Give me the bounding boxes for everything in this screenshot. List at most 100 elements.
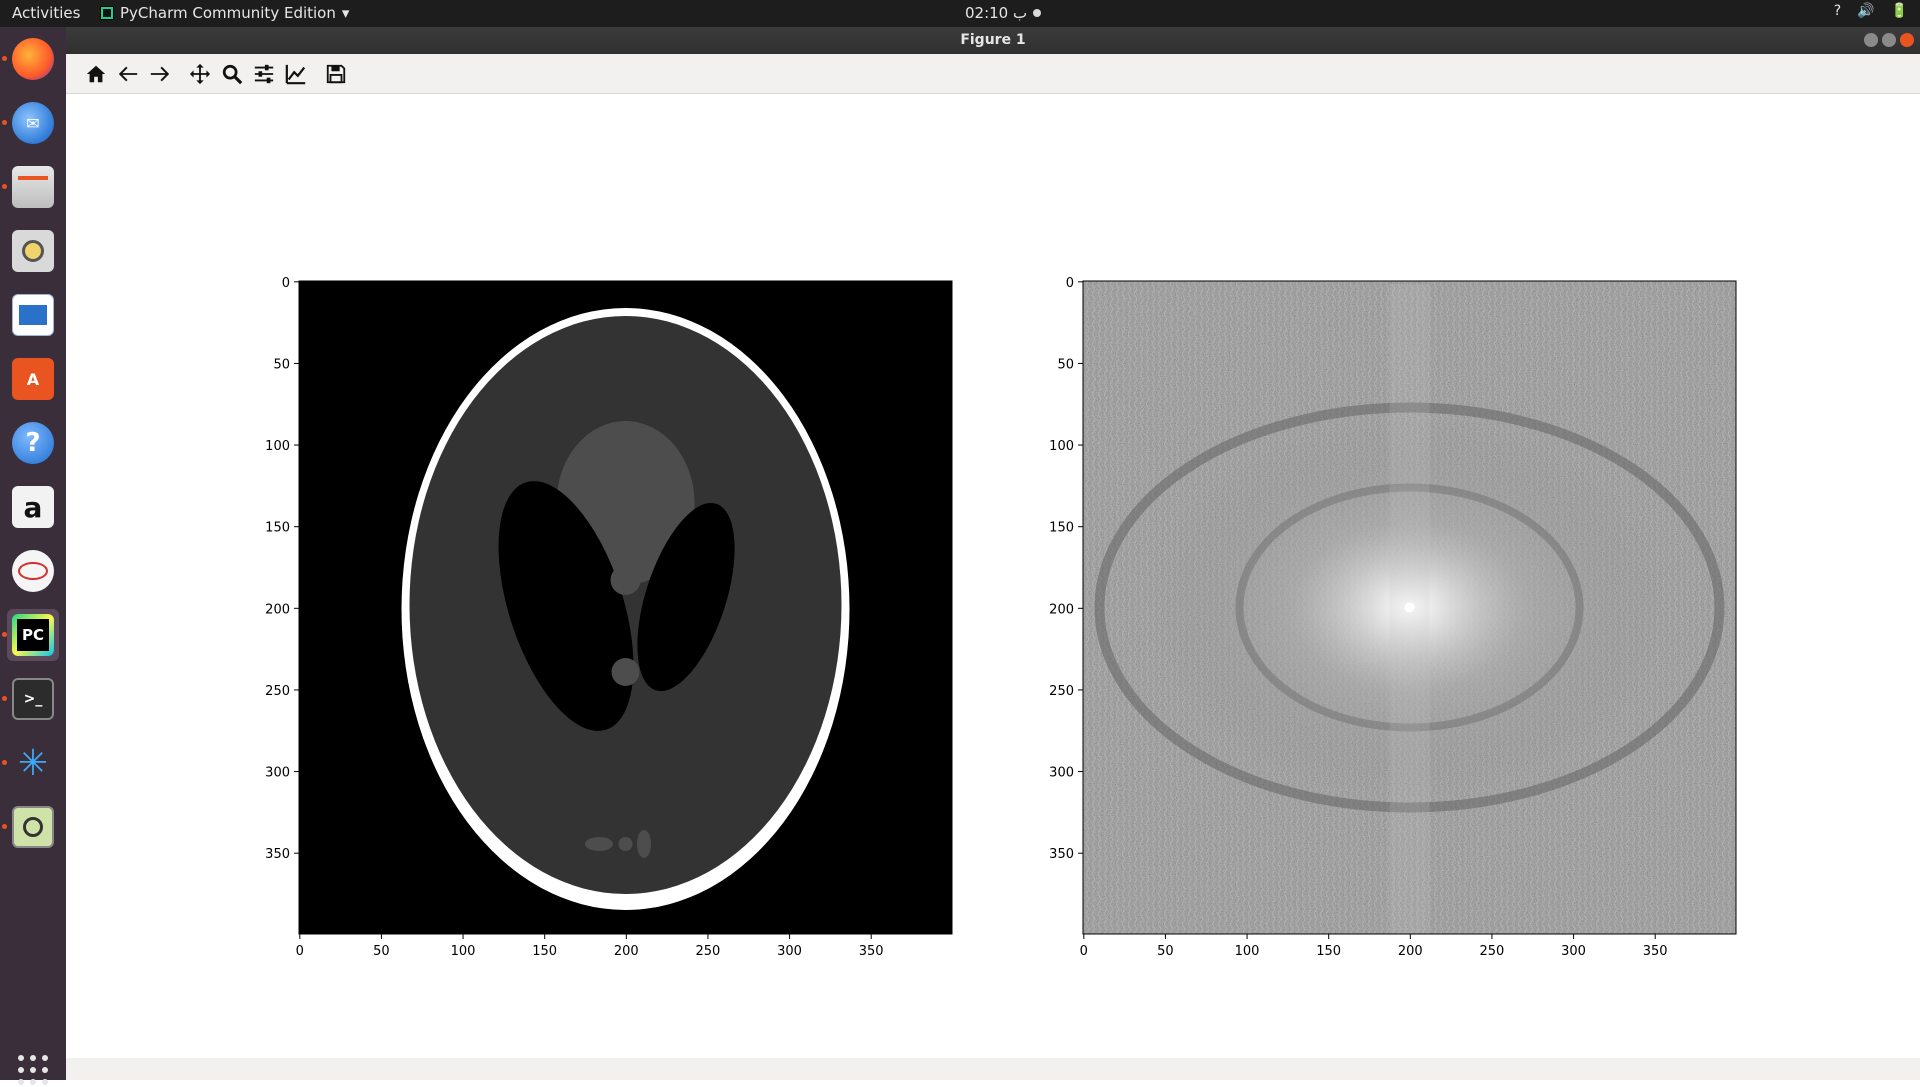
figure-canvas[interactable]: 0 50 100 150 200 250 300 350 0 50 100 150 200 250 300 3… bbox=[66, 94, 1920, 1058]
launcher-files[interactable] bbox=[2, 161, 59, 213]
save-icon bbox=[326, 64, 346, 84]
app-menu-label: PyCharm Community Edition bbox=[120, 4, 336, 22]
x-tick-label: 100 bbox=[451, 944, 476, 959]
running-indicator bbox=[2, 632, 7, 637]
launcher-image-viewer[interactable] bbox=[2, 801, 59, 853]
x-tick-label: 0 bbox=[1080, 944, 1088, 959]
figure-svg: 0 50 100 150 200 250 300 350 0 50 100 150 200 250 300 3… bbox=[265, 276, 1737, 959]
y-tick-label: 0 bbox=[282, 276, 290, 291]
customize-icon bbox=[285, 64, 306, 85]
launcher-dock: ✉ A ? a PC >_ ✳ bbox=[0, 27, 66, 1085]
amazon-icon: a bbox=[12, 486, 54, 528]
y-tick-label: 350 bbox=[1049, 847, 1074, 862]
x-tick-label: 50 bbox=[1157, 944, 1174, 959]
close-button[interactable] bbox=[1900, 33, 1914, 47]
image-viewer-icon bbox=[12, 806, 54, 848]
pan-button[interactable] bbox=[186, 60, 214, 88]
maximize-button[interactable] bbox=[1882, 33, 1896, 47]
running-indicator bbox=[2, 696, 7, 701]
launcher-help[interactable]: ? bbox=[7, 417, 59, 469]
spectrum-axes: 0 50 100 150 200 250 300 350 0 50 100 150 200 250 300 3… bbox=[1049, 276, 1737, 959]
window-titlebar[interactable]: Figure 1 bbox=[66, 27, 1920, 54]
forward-icon bbox=[150, 66, 170, 82]
y-tick-label: 100 bbox=[1049, 439, 1074, 454]
subplots-icon bbox=[254, 64, 274, 84]
app-menu[interactable]: PyCharm Community Edition ▾ bbox=[100, 4, 349, 22]
x-tick-label: 150 bbox=[1316, 944, 1341, 959]
launcher-firefox[interactable] bbox=[2, 33, 59, 85]
phantom-axes: 0 50 100 150 200 250 300 350 0 50 100 150 200 250 300 3… bbox=[265, 276, 953, 959]
forward-button[interactable] bbox=[146, 60, 174, 88]
y-tick-label: 200 bbox=[265, 602, 290, 617]
running-indicator bbox=[2, 184, 7, 189]
launcher-rhythmbox[interactable] bbox=[7, 225, 59, 277]
x-tick-label: 350 bbox=[859, 944, 884, 959]
launcher-amazon[interactable]: a bbox=[7, 481, 59, 533]
running-indicator bbox=[2, 760, 7, 765]
back-button[interactable] bbox=[114, 60, 142, 88]
x-tick-label: 150 bbox=[532, 944, 557, 959]
software-center-icon: A bbox=[12, 358, 54, 400]
y-tick-label: 350 bbox=[265, 847, 290, 862]
help-tray-icon[interactable]: ? bbox=[1834, 3, 1841, 19]
y-tick-label: 100 bbox=[265, 439, 290, 454]
show-applications-button[interactable] bbox=[18, 1055, 50, 1087]
running-indicator bbox=[2, 120, 7, 125]
terminal-icon: >_ bbox=[12, 678, 54, 720]
y-tick-label: 50 bbox=[273, 357, 290, 372]
launcher-spyder[interactable]: ✳ bbox=[2, 737, 59, 789]
thunderbird-icon: ✉ bbox=[12, 102, 54, 144]
status-bar bbox=[66, 1058, 1920, 1080]
figure-window: Figure 1 0 50 100 150 200 250 300 350 0 … bbox=[66, 27, 1920, 1080]
help-icon: ? bbox=[12, 422, 54, 464]
window-title: Figure 1 bbox=[960, 32, 1026, 48]
x-tick-label: 100 bbox=[1235, 944, 1260, 959]
x-tick-label: 300 bbox=[777, 944, 802, 959]
launcher-terminal[interactable]: >_ bbox=[2, 673, 59, 725]
top-bar: Activities PyCharm Community Edition ▾ 0… bbox=[0, 0, 1920, 27]
y-tick-label: 50 bbox=[1057, 357, 1074, 372]
y-tick-label: 250 bbox=[265, 684, 290, 699]
launcher-remmina[interactable] bbox=[7, 545, 59, 597]
phantom-image bbox=[401, 308, 850, 910]
clock-label: 02:10 ب bbox=[965, 4, 1028, 22]
subplots-button[interactable] bbox=[250, 60, 278, 88]
home-icon bbox=[86, 65, 106, 83]
x-tick-label: 350 bbox=[1643, 944, 1668, 959]
battery-icon[interactable]: 🔋 bbox=[1891, 3, 1908, 19]
y-tick-label: 200 bbox=[1049, 602, 1074, 617]
pycharm-small-icon bbox=[100, 6, 114, 20]
zoom-button[interactable] bbox=[218, 60, 246, 88]
x-tick-label: 200 bbox=[614, 944, 639, 959]
volume-icon[interactable]: 🔊 bbox=[1857, 3, 1874, 19]
x-tick-label: 250 bbox=[696, 944, 721, 959]
system-tray[interactable]: ? 🔊 🔋 bbox=[1834, 3, 1908, 19]
minimize-button[interactable] bbox=[1864, 33, 1878, 47]
launcher-pycharm[interactable]: PC bbox=[2, 609, 59, 661]
y-tick-label: 250 bbox=[1049, 684, 1074, 699]
x-tick-label: 0 bbox=[296, 944, 304, 959]
running-indicator bbox=[2, 824, 7, 829]
pycharm-icon: PC bbox=[12, 614, 54, 656]
launcher-software[interactable]: A bbox=[7, 353, 59, 405]
rhythmbox-icon bbox=[12, 230, 54, 272]
y-tick-label: 150 bbox=[1049, 521, 1074, 536]
y-tick-label: 0 bbox=[1066, 276, 1074, 291]
launcher-thunderbird[interactable]: ✉ bbox=[2, 97, 59, 149]
chevron-down-icon: ▾ bbox=[341, 4, 350, 22]
y-tick-label: 300 bbox=[265, 766, 290, 781]
y-tick-label: 150 bbox=[265, 521, 290, 536]
x-tick-label: 50 bbox=[373, 944, 390, 959]
firefox-icon bbox=[12, 38, 54, 80]
activities-button[interactable]: Activities bbox=[12, 4, 80, 22]
clock[interactable]: 02:10 ب bbox=[965, 4, 1042, 22]
back-icon bbox=[118, 66, 138, 82]
save-button[interactable] bbox=[322, 60, 350, 88]
zoom-icon bbox=[222, 64, 243, 85]
launcher-writer[interactable] bbox=[7, 289, 59, 341]
home-button[interactable] bbox=[82, 60, 110, 88]
spyder-icon: ✳ bbox=[17, 742, 49, 784]
running-indicator bbox=[2, 56, 7, 61]
x-tick-label: 200 bbox=[1398, 944, 1423, 959]
customize-button[interactable] bbox=[282, 60, 310, 88]
